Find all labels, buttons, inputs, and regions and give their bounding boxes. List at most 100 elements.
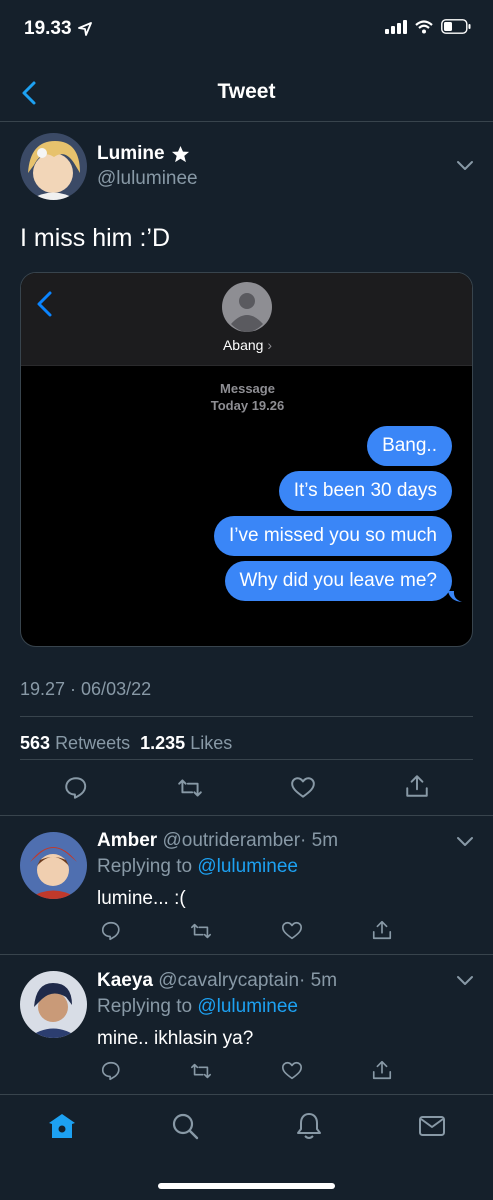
reply-age: · 5m bbox=[299, 970, 338, 991]
reply-replying-to: Replying to @luluminee bbox=[97, 996, 298, 1018]
bubble-tail-icon bbox=[448, 591, 462, 602]
star-icon bbox=[171, 145, 189, 162]
message-time-text: Today 19.26 bbox=[210, 398, 285, 413]
likes-label[interactable]: Likes bbox=[190, 733, 232, 753]
chevron-down-icon bbox=[457, 837, 473, 846]
status-indicators bbox=[385, 19, 471, 34]
reply-avatar[interactable] bbox=[20, 832, 87, 899]
reply-button[interactable] bbox=[63, 775, 89, 801]
tab-messages[interactable] bbox=[417, 1111, 447, 1141]
retweet-button[interactable] bbox=[190, 1060, 212, 1082]
reply-options-button[interactable] bbox=[454, 969, 476, 991]
tab-search[interactable] bbox=[170, 1111, 200, 1141]
message-bubble: It’s been 30 days bbox=[278, 471, 452, 511]
tweet-text: I miss him :’D bbox=[20, 224, 170, 252]
reply-icon bbox=[101, 1061, 120, 1081]
tweet-actions bbox=[0, 770, 493, 806]
retweet-icon bbox=[191, 923, 211, 939]
reply-author-name[interactable]: Amber bbox=[97, 830, 157, 851]
home-indicator bbox=[158, 1183, 335, 1189]
signal-icon bbox=[385, 19, 407, 34]
replying-to-link[interactable]: @luluminee bbox=[197, 996, 298, 1017]
likes-count[interactable]: 1.235 bbox=[140, 733, 185, 753]
notifications-icon bbox=[297, 1113, 321, 1139]
status-time: 19.33 bbox=[24, 18, 92, 40]
reply-avatar[interactable] bbox=[20, 971, 87, 1038]
share-button[interactable] bbox=[404, 773, 430, 799]
share-icon bbox=[372, 1060, 392, 1080]
reply-button[interactable] bbox=[100, 920, 122, 942]
home-icon bbox=[49, 1114, 75, 1138]
divider bbox=[20, 716, 473, 717]
replying-to-label: Replying to bbox=[97, 996, 193, 1017]
tweet-stats: 563 Retweets 1.235 Likes bbox=[20, 733, 232, 754]
tweet-media-card[interactable]: Abang › Message Today 19.26 Bang.. It’s … bbox=[20, 272, 473, 647]
reply-age: · 5m bbox=[300, 830, 339, 851]
reply-replying-to: Replying to @luluminee bbox=[97, 856, 298, 878]
message-bubble: I’ve missed you so much bbox=[213, 516, 452, 556]
chevron-down-icon bbox=[457, 161, 473, 170]
avatar-image bbox=[20, 832, 87, 899]
message-time-label: Today 19.26 bbox=[21, 398, 472, 413]
location-arrow-icon bbox=[77, 22, 92, 36]
like-button[interactable] bbox=[281, 1060, 303, 1082]
wifi-icon bbox=[415, 19, 433, 33]
author-name-text: Lumine bbox=[97, 143, 165, 164]
author-handle: @luluminee bbox=[97, 168, 198, 189]
reply-text: lumine... :( bbox=[97, 888, 186, 909]
tweet-options-button[interactable] bbox=[454, 154, 476, 176]
tab-notifications[interactable] bbox=[294, 1111, 324, 1141]
messages-icon bbox=[419, 1116, 445, 1136]
share-icon bbox=[406, 775, 428, 797]
message-service-label: Message bbox=[220, 381, 275, 396]
like-icon bbox=[282, 1061, 302, 1080]
retweets-label[interactable]: Retweets bbox=[55, 733, 130, 753]
reply-icon bbox=[101, 921, 120, 941]
chat-back-icon bbox=[37, 291, 52, 317]
retweets-count[interactable]: 563 bbox=[20, 733, 50, 753]
share-button[interactable] bbox=[371, 919, 393, 941]
divider bbox=[0, 954, 493, 955]
reply-author-handle: @cavalrycaptain bbox=[158, 970, 300, 991]
reply-button[interactable] bbox=[100, 1060, 122, 1082]
author-avatar[interactable] bbox=[20, 133, 87, 200]
replying-to-link[interactable]: @luluminee bbox=[197, 856, 298, 877]
tab-home[interactable] bbox=[47, 1111, 77, 1141]
reply-text: mine.. ikhlasin ya? bbox=[97, 1028, 254, 1049]
retweet-button[interactable] bbox=[177, 775, 203, 801]
reply-author-handle: @outrideramber bbox=[162, 830, 301, 851]
reply-header: Amber @outrideramber· 5m bbox=[97, 830, 338, 852]
retweet-button[interactable] bbox=[190, 920, 212, 942]
status-time-text: 19.33 bbox=[24, 18, 72, 39]
avatar-image bbox=[20, 133, 87, 200]
chat-header: Abang › bbox=[21, 273, 472, 366]
share-icon bbox=[372, 920, 392, 940]
page-title: Tweet bbox=[217, 80, 276, 103]
avatar-image bbox=[20, 971, 87, 1038]
like-icon bbox=[282, 921, 302, 940]
share-button[interactable] bbox=[371, 1059, 393, 1081]
reply-author-name[interactable]: Kaeya bbox=[97, 970, 153, 991]
tweet-timestamp: 19.27 · 06/03/22 bbox=[20, 679, 152, 699]
message-bubble: Why did you leave me? bbox=[224, 561, 452, 601]
contact-name: Abang › bbox=[222, 337, 273, 353]
reply-actions bbox=[0, 1060, 493, 1086]
like-button[interactable] bbox=[290, 775, 316, 801]
like-icon bbox=[291, 777, 315, 798]
retweet-icon bbox=[178, 779, 202, 797]
divider bbox=[20, 759, 473, 760]
contact-avatar-icon bbox=[222, 282, 272, 332]
like-button[interactable] bbox=[281, 920, 303, 942]
reply-header: Kaeya @cavalrycaptain· 5m bbox=[97, 970, 337, 992]
search-icon bbox=[172, 1113, 199, 1140]
battery-icon bbox=[441, 19, 471, 34]
reply-icon bbox=[65, 777, 87, 799]
divider bbox=[0, 815, 493, 816]
reply-options-button[interactable] bbox=[454, 830, 476, 852]
reply-actions bbox=[0, 920, 493, 946]
replying-to-label: Replying to bbox=[97, 856, 193, 877]
author-name[interactable]: Lumine bbox=[97, 143, 190, 165]
chevron-down-icon bbox=[457, 976, 473, 985]
nav-divider bbox=[0, 121, 493, 122]
retweet-icon bbox=[191, 1063, 211, 1079]
